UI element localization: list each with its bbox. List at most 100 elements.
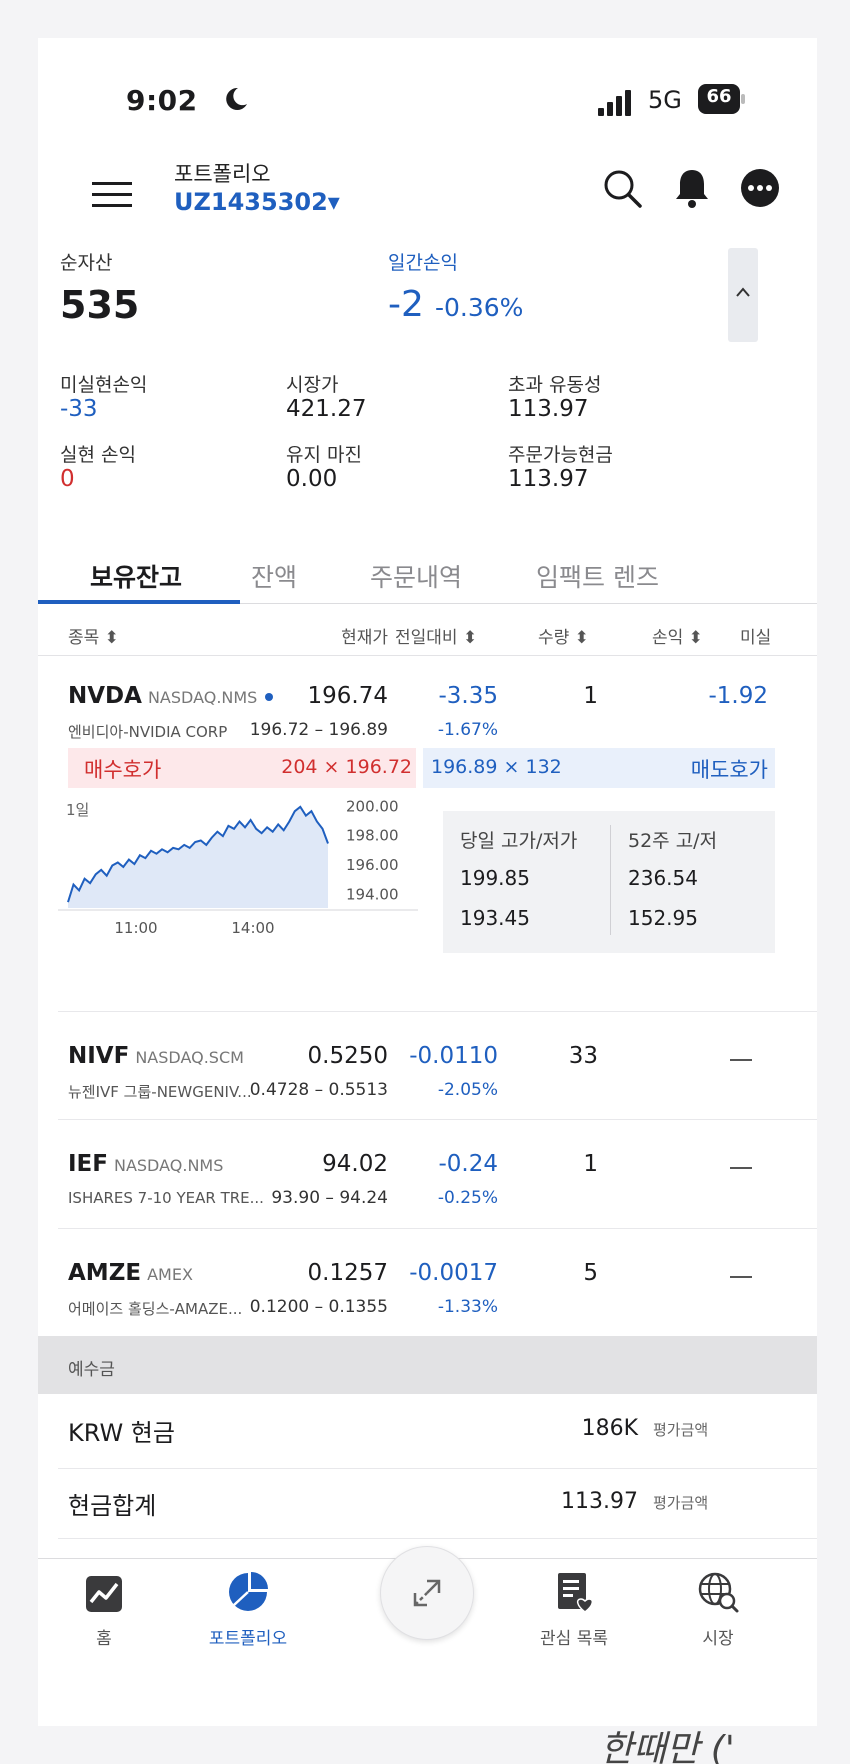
signal-icon	[598, 90, 631, 116]
holding-qty: 33	[568, 1043, 598, 1069]
cash-total-unit: 평가금액	[653, 1494, 709, 1512]
col-header-pnl[interactable]: 손익 ⬍	[652, 623, 703, 648]
more-options-icon[interactable]	[738, 166, 782, 210]
holding-name: 어메이즈 홀딩스-AMAZE...	[68, 1300, 243, 1318]
tab-impact-lens[interactable]: 임팩트 렌즈	[536, 558, 659, 594]
table-row[interactable]	[38, 1133, 817, 1223]
tab-holdings[interactable]: 보유잔고	[90, 558, 182, 594]
row-divider	[58, 1011, 817, 1012]
holding-pnl-empty	[730, 1276, 752, 1278]
chart-y-tick: 200.00	[346, 797, 399, 815]
battery-level: 66	[706, 86, 732, 107]
menu-icon[interactable]	[90, 173, 134, 217]
collapse-summary-button[interactable]	[728, 248, 758, 342]
symbol-ticker: AMZE	[68, 1260, 142, 1286]
col-header-price[interactable]: 현재가	[308, 623, 388, 648]
search-icon[interactable]	[600, 166, 644, 210]
holding-change-pct: -1.33%	[437, 1297, 498, 1317]
holding-pnl: -1.92	[708, 683, 768, 709]
holding-symbol: AMZE AMEX	[68, 1260, 193, 1286]
symbol-exchange: NASDAQ.NMS	[113, 1156, 224, 1175]
holding-price: 94.02	[322, 1151, 388, 1177]
bell-icon[interactable]	[672, 166, 712, 210]
daily-pnl: -2 -0.36%	[388, 284, 523, 325]
holding-symbol: NIVF NASDAQ.SCM	[68, 1043, 244, 1069]
holding-change: -3.35	[438, 683, 498, 709]
holding-change-pct: -0.25%	[437, 1188, 498, 1208]
nav-item-home[interactable]: 홈	[44, 1568, 164, 1658]
row-divider	[58, 1228, 817, 1229]
account-selector[interactable]: UZ1435302▾	[174, 188, 340, 216]
market-globe-icon	[698, 1572, 739, 1613]
deposit-label: 예수금	[68, 1360, 115, 1380]
daily-pnl-percent: -0.36%	[435, 293, 524, 322]
holding-range: 93.90 – 94.24	[271, 1188, 388, 1208]
metric-value: -33	[60, 396, 98, 422]
ask-value: 196.89 × 132	[431, 756, 562, 778]
holding-change-pct: -1.67%	[437, 720, 498, 740]
chart-y-tick: 194.00	[346, 885, 399, 903]
moon-icon	[226, 87, 247, 110]
holding-price: 196.74	[307, 683, 388, 709]
deposit-section-header	[38, 1336, 817, 1394]
holding-range: 0.4728 – 0.5513	[249, 1080, 388, 1100]
chevron-up-icon	[736, 287, 750, 297]
holding-symbol: IEF NASDAQ.NMS	[68, 1151, 223, 1177]
ask-label[interactable]: 매도호가	[598, 754, 768, 784]
holding-change: -0.24	[438, 1151, 498, 1177]
metric-label: 실현 손익	[60, 444, 136, 466]
nav-label-portfolio: 포트폴리오	[208, 1629, 288, 1649]
net-assets-label: 순자산	[60, 252, 113, 274]
cash-total-value: 113.97	[561, 1489, 638, 1514]
col-header-symbol[interactable]: 종목 ⬍	[68, 623, 119, 648]
active-tab-indicator	[38, 600, 240, 604]
tab-orders[interactable]: 주문내역	[370, 558, 462, 594]
day-high-low-label: 당일 고가/저가	[460, 830, 578, 852]
symbol-exchange: NASDAQ.SCM	[135, 1048, 244, 1067]
cut-off-caption: 한때만 ('	[600, 1729, 735, 1764]
chart-y-tick: 196.00	[346, 856, 399, 874]
holding-range: 196.72 – 196.89	[249, 720, 388, 740]
quick-trade-button[interactable]	[380, 1546, 474, 1640]
tab-balance[interactable]: 잔액	[251, 558, 297, 594]
holding-change: -0.0017	[409, 1260, 498, 1286]
symbol-exchange: AMEX	[147, 1265, 193, 1284]
metric-value: 0	[60, 466, 75, 492]
holding-range: 0.1200 – 0.1355	[249, 1297, 388, 1317]
chart-y-tick: 198.00	[346, 827, 399, 845]
cash-divider	[58, 1468, 817, 1469]
header-subtitle: 포트폴리오	[174, 162, 271, 186]
col-header-extra[interactable]: 미실	[740, 623, 771, 648]
nav-label-home: 홈	[96, 1629, 112, 1649]
status-time: 9:02	[126, 84, 198, 117]
watchlist-icon	[558, 1573, 594, 1613]
chart-x-tick: 11:00	[114, 919, 157, 937]
holding-qty: 1	[583, 683, 598, 709]
holding-price: 0.1257	[307, 1260, 388, 1286]
holding-pnl-empty	[730, 1167, 752, 1169]
nav-item-portfolio[interactable]: 포트폴리오	[188, 1568, 308, 1658]
nav-item-watchlist[interactable]: 관심 목록	[514, 1568, 634, 1658]
cash-krw-value: 186K	[581, 1416, 638, 1441]
symbol-ticker: NVDA	[68, 683, 142, 709]
holding-qty: 5	[583, 1260, 598, 1286]
nav-item-market[interactable]: 시장	[658, 1568, 778, 1658]
holding-qty: 1	[583, 1151, 598, 1177]
table-header-divider	[38, 655, 817, 656]
metric-label: 시장가	[286, 374, 339, 396]
cash-krw-label: KRW 현금	[68, 1419, 175, 1447]
chart-x-tick: 14:00	[231, 919, 274, 937]
home-chart-icon	[86, 1576, 122, 1612]
col-header-qty[interactable]: 수량 ⬍	[538, 623, 589, 648]
metric-value: 113.97	[508, 396, 589, 422]
col-header-change[interactable]: 전일대비 ⬍	[395, 623, 477, 648]
symbol-ticker: IEF	[68, 1151, 108, 1177]
expand-arrows-icon	[413, 1579, 441, 1607]
holding-name: 엔비디아-NVIDIA CORP	[68, 723, 228, 741]
bid-value: 204 × 196.72	[281, 756, 412, 778]
cash-total-divider	[58, 1538, 817, 1539]
metric-label: 유지 마진	[286, 444, 362, 466]
cash-total-label: 현금합계	[68, 1492, 157, 1520]
chart-period-label: 1일	[66, 801, 89, 819]
network-type: 5G	[648, 86, 682, 114]
